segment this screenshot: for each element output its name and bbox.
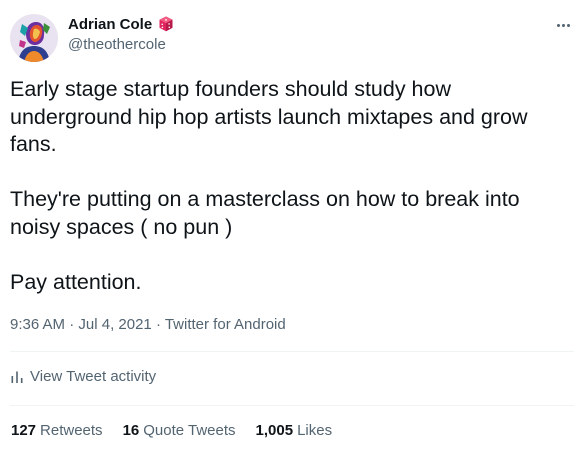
more-dot-icon (556, 23, 560, 27)
tweet-source[interactable]: Twitter for Android (165, 316, 286, 333)
portrait-avatar-icon (10, 14, 58, 62)
more-dot-icon (566, 23, 570, 27)
quote-tweets-stat[interactable]: 16 Quote Tweets (123, 422, 236, 439)
tweet-card: Adrian Cole @theothercole Early stage st… (0, 0, 582, 453)
retweets-stat[interactable]: 127 Retweets (11, 422, 103, 439)
quote-tweets-label: Quote Tweets (143, 422, 236, 439)
tweet-paragraph: They're putting on a masterclass on how … (10, 187, 520, 239)
display-name[interactable]: Adrian Cole (68, 16, 152, 33)
retweets-label: Retweets (40, 422, 103, 439)
more-dot-icon (561, 23, 565, 27)
engagement-stats: 127 Retweets 16 Quote Tweets 1,005 Likes (11, 422, 352, 439)
dice-icon (157, 15, 175, 33)
likes-count: 1,005 (255, 422, 294, 439)
more-options-button[interactable] (552, 14, 574, 36)
view-tweet-activity-label: View Tweet activity (30, 368, 157, 385)
tweet-paragraph: Pay attention. (10, 269, 142, 294)
divider (10, 405, 574, 406)
tweet-date[interactable]: Jul 4, 2021 (78, 316, 151, 333)
tweet-paragraph: Early stage startup founders should stud… (10, 77, 528, 156)
tweet-meta: 9:36 AM · Jul 4, 2021 · Twitter for Andr… (10, 316, 286, 333)
meta-separator: · (151, 316, 165, 333)
likes-label: Likes (297, 422, 333, 439)
divider (10, 351, 574, 352)
avatar[interactable] (10, 14, 58, 62)
likes-stat[interactable]: 1,005 Likes (256, 422, 333, 439)
tweet-text: Early stage startup founders should stud… (10, 76, 575, 296)
view-tweet-activity-link[interactable]: View Tweet activity (10, 368, 156, 385)
handle[interactable]: @theothercole (68, 36, 166, 53)
meta-separator: · (65, 316, 79, 333)
author-name-row: Adrian Cole (68, 14, 175, 34)
tweet-time[interactable]: 9:36 AM (10, 316, 65, 333)
retweets-count: 127 (11, 422, 37, 439)
bar-chart-icon (10, 370, 24, 384)
quote-tweets-count: 16 (122, 422, 140, 439)
